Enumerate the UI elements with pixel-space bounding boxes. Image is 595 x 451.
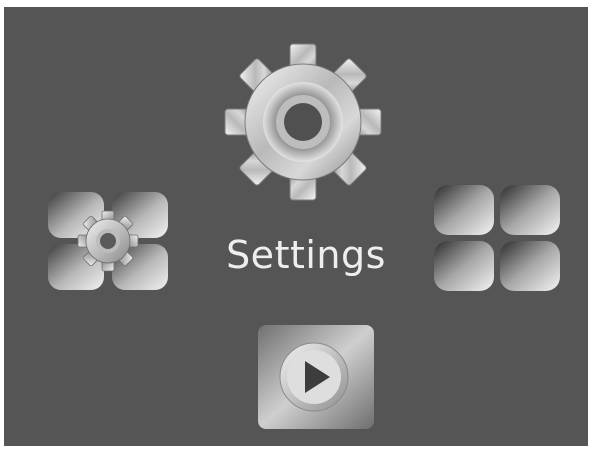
menu-screen: Settings [4,7,588,446]
app-grid-icon [434,185,560,291]
settings-title: Settings [226,233,386,277]
settings-gear-icon[interactable] [223,42,383,202]
settings-grid-button[interactable] [46,190,170,292]
settings-grid-icon [48,192,168,290]
gear-icon [224,43,382,201]
app-grid-button[interactable] [432,183,562,293]
play-button[interactable] [256,323,376,431]
play-icon [258,325,374,429]
